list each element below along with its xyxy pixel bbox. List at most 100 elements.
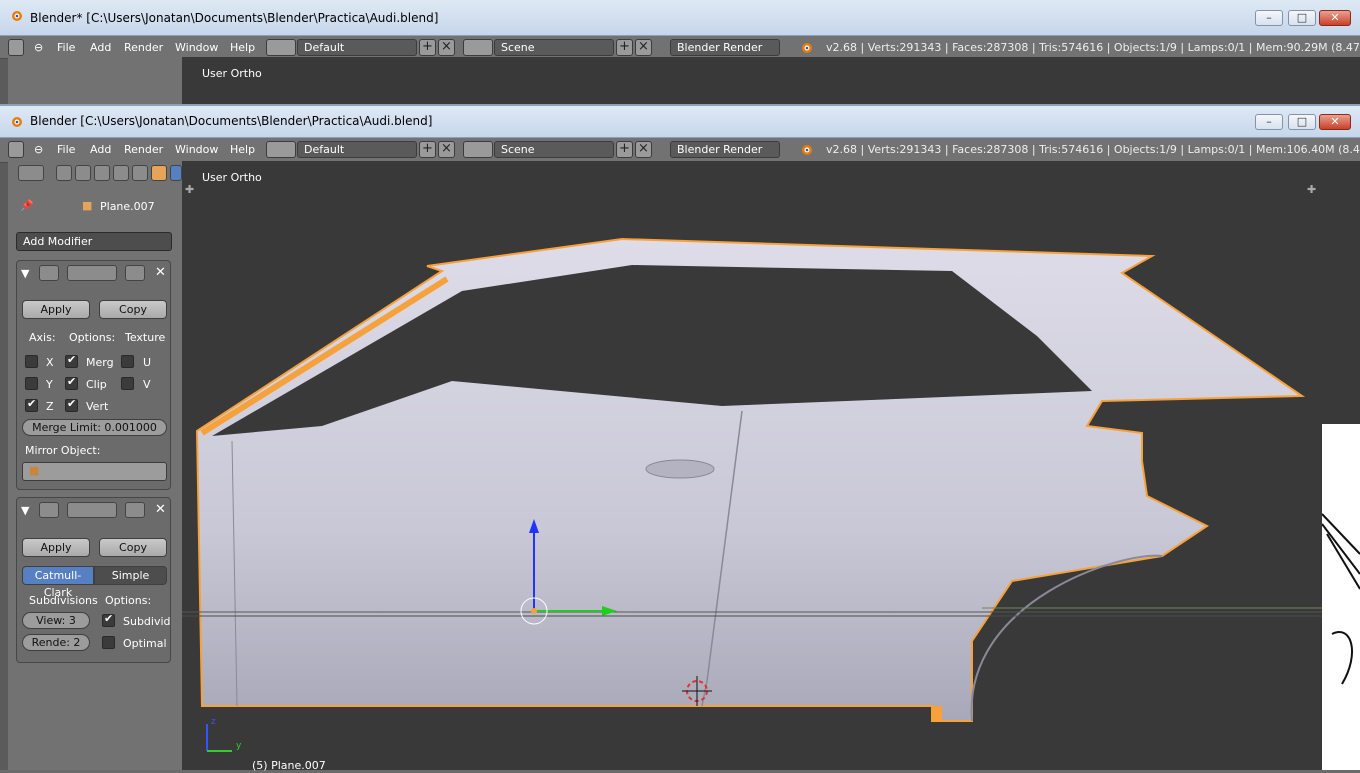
blender-stats-icon xyxy=(802,145,812,155)
info-editor-icon[interactable] xyxy=(8,39,24,56)
world-tab-icon[interactable] xyxy=(94,165,110,181)
back-title-bar: Blender* [C:\Users\Jonatan\Documents\Ble… xyxy=(0,0,1360,36)
mirror-modifier-panel: ▼ ✕ Apply Copy Axis: Options: Texture X … xyxy=(16,260,171,490)
scene-icon[interactable] xyxy=(463,141,493,158)
menu-add[interactable]: Add xyxy=(90,143,111,156)
simple-toggle[interactable]: Simple xyxy=(94,566,167,585)
modifiers-tab-icon[interactable] xyxy=(170,165,182,181)
menu-file[interactable]: File xyxy=(57,41,75,54)
mirror-apply-button[interactable]: Apply xyxy=(22,300,90,319)
scene-field[interactable]: Scene xyxy=(494,39,614,56)
layout-field[interactable]: Default xyxy=(297,141,417,158)
vertex-groups-label: Vert xyxy=(86,400,109,413)
optimal-display-checkbox[interactable] xyxy=(102,636,115,649)
visibility-toggles-icon[interactable] xyxy=(67,502,117,518)
texture-v-checkbox[interactable] xyxy=(121,377,134,390)
visibility-toggles-icon[interactable] xyxy=(67,265,117,281)
texture-v-label: V xyxy=(143,378,151,391)
subsurf-modifier-panel: ▼ ✕ Apply Copy Catmull-Clark Simple Subd… xyxy=(16,497,171,663)
add-layout-button[interactable]: + xyxy=(419,141,436,158)
maximize-button[interactable]: □ xyxy=(1288,10,1316,26)
axis-x-label: X xyxy=(46,356,54,369)
mirror-copy-button[interactable]: Copy xyxy=(99,300,167,319)
subsurf-apply-button[interactable]: Apply xyxy=(22,538,90,557)
add-modifier-dropdown[interactable]: Add Modifier xyxy=(16,232,172,251)
screen-layout-icon[interactable] xyxy=(266,141,296,158)
close-button[interactable]: ✕ xyxy=(1319,10,1351,26)
clip-checkbox[interactable] xyxy=(65,375,78,390)
axis-z-label: z xyxy=(211,717,216,727)
3d-viewport[interactable]: User Ortho ✚ ✚ z y (5) Plane.007 xyxy=(182,161,1322,772)
remove-layout-button[interactable]: × xyxy=(438,141,455,158)
mesh-tab-icon[interactable] xyxy=(151,165,167,181)
scene-field[interactable]: Scene xyxy=(494,141,614,158)
vertex-groups-checkbox[interactable] xyxy=(65,397,78,412)
reference-image-area xyxy=(1321,161,1360,770)
subsurf-copy-button[interactable]: Copy xyxy=(99,538,167,557)
subdivisions-header: Subdivisions xyxy=(29,594,98,607)
render-tab-icon[interactable] xyxy=(56,165,72,181)
menu-render[interactable]: Render xyxy=(124,41,163,54)
layout-field[interactable]: Default xyxy=(297,39,417,56)
collapse-icon[interactable]: ⊖ xyxy=(34,41,43,54)
menu-help[interactable]: Help xyxy=(230,143,255,156)
front-window-title: Blender [C:\Users\Jonatan\Documents\Blen… xyxy=(30,114,433,128)
axis-y-label: Y xyxy=(46,378,53,391)
object-tab-icon[interactable] xyxy=(113,165,129,181)
render-engine-select[interactable]: Blender Render xyxy=(670,141,780,158)
menu-window[interactable]: Window xyxy=(175,143,218,156)
axis-y-checkbox[interactable] xyxy=(25,377,38,390)
add-layout-button[interactable]: + xyxy=(419,39,436,56)
collapse-arrow-icon[interactable]: ▼ xyxy=(21,267,29,280)
scene-tab-icon[interactable] xyxy=(75,165,91,181)
subdivide-uvs-checkbox[interactable] xyxy=(102,612,115,627)
remove-scene-button[interactable]: × xyxy=(635,39,652,56)
menu-render[interactable]: Render xyxy=(124,143,163,156)
constraints-tab-icon[interactable] xyxy=(132,165,148,181)
maximize-button[interactable]: □ xyxy=(1288,114,1316,130)
axis-header: Axis: xyxy=(29,331,56,344)
remove-modifier-icon[interactable]: ✕ xyxy=(155,265,166,280)
menu-add[interactable]: Add xyxy=(90,41,111,54)
front-menu-bar: ⊖ File Add Render Window Help Default + … xyxy=(0,138,1360,163)
menu-file[interactable]: File xyxy=(57,143,75,156)
move-up-down-icon[interactable] xyxy=(125,265,145,281)
view-levels-field[interactable]: View: 3 xyxy=(22,612,90,629)
render-engine-select[interactable]: Blender Render xyxy=(670,39,780,56)
add-scene-button[interactable]: + xyxy=(616,39,633,56)
texture-u-checkbox[interactable] xyxy=(121,355,134,368)
close-button[interactable]: ✕ xyxy=(1319,114,1351,130)
options-header: Options: xyxy=(69,331,116,344)
subsurf-type-icon xyxy=(39,502,59,518)
scene-icon[interactable] xyxy=(463,39,493,56)
mirror-object-field[interactable]: ■ xyxy=(22,462,167,481)
info-editor-icon[interactable] xyxy=(8,141,24,158)
screen-layout-icon[interactable] xyxy=(266,39,296,56)
back-viewport[interactable]: User Ortho xyxy=(182,57,1322,104)
remove-modifier-icon[interactable]: ✕ xyxy=(155,502,166,517)
axis-y-label: y xyxy=(236,741,242,751)
menu-window[interactable]: Window xyxy=(175,41,218,54)
blueprint-lines xyxy=(1321,513,1360,685)
move-up-down-icon[interactable] xyxy=(125,502,145,518)
merge-limit-field[interactable]: Merge Limit: 0.001000 xyxy=(22,419,167,436)
collapse-arrow-icon[interactable]: ▼ xyxy=(21,504,29,517)
remove-scene-button[interactable]: × xyxy=(635,141,652,158)
merge-label: Merg xyxy=(86,356,114,369)
minimize-button[interactable]: – xyxy=(1255,114,1283,130)
pin-icon[interactable]: 📌 xyxy=(20,199,34,212)
merge-checkbox[interactable] xyxy=(65,353,78,368)
minimize-button[interactable]: – xyxy=(1255,10,1283,26)
car-model[interactable] xyxy=(182,161,1322,770)
remove-layout-button[interactable]: × xyxy=(438,39,455,56)
collapse-icon[interactable]: ⊖ xyxy=(34,143,43,156)
add-scene-button[interactable]: + xyxy=(616,141,633,158)
properties-tabs xyxy=(8,161,182,187)
editor-type-icon[interactable] xyxy=(18,165,44,181)
menu-help[interactable]: Help xyxy=(230,41,255,54)
render-levels-field[interactable]: Rende: 2 xyxy=(22,634,90,651)
object-breadcrumb-icon: ■ xyxy=(82,199,93,212)
catmull-clark-toggle[interactable]: Catmull-Clark xyxy=(22,566,94,599)
axis-z-checkbox[interactable] xyxy=(25,397,38,412)
axis-x-checkbox[interactable] xyxy=(25,355,38,368)
